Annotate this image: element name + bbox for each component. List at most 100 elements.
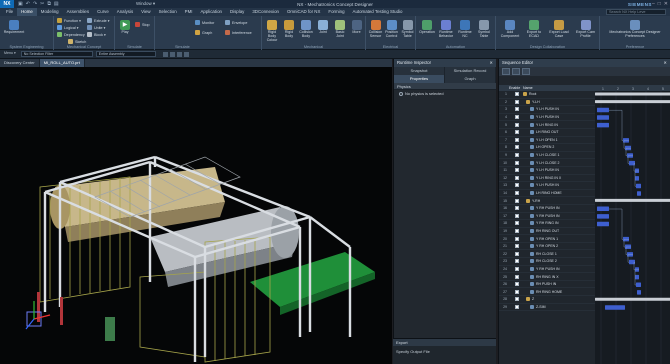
extrude-button[interactable]: Extrude ▾ <box>87 18 110 23</box>
selection-filter-dropdown[interactable]: No Selection Filter <box>20 51 93 57</box>
graph-button[interactable]: Graph <box>195 30 212 35</box>
enable-checkbox[interactable] <box>515 145 519 150</box>
enable-checkbox[interactable] <box>515 153 519 158</box>
joint-button[interactable]: Joint <box>315 20 331 35</box>
sequence-row[interactable]: 27 RH RING HOME <box>499 288 595 297</box>
sequence-row[interactable]: 20 Y RH OPEN 1 <box>499 235 595 243</box>
export-ecad-button[interactable]: Export to ECAD <box>523 20 545 39</box>
menu-tab-file[interactable]: File <box>2 8 17 16</box>
menu-tab-modeling[interactable]: Modeling <box>37 8 63 16</box>
menu-tab-assemblies[interactable]: Assemblies <box>63 8 93 16</box>
menu-tab-pmi[interactable]: PMI <box>181 8 197 16</box>
enable-checkbox[interactable] <box>515 289 519 294</box>
sequence-row[interactable]: 10 Y LH CLOSE 2 <box>499 159 595 167</box>
sequence-row[interactable]: 26 RH PUSH IN <box>499 281 595 289</box>
enable-checkbox[interactable] <box>515 251 519 256</box>
enable-checkbox[interactable] <box>515 236 519 241</box>
sequence-row[interactable]: 13 Y LH PUSH IN <box>499 182 595 190</box>
tab-discovery-center[interactable]: Discovery Center <box>0 59 40 67</box>
menu-tab-3dconnexion[interactable]: 3DConnexion <box>248 8 283 16</box>
enable-checkbox[interactable] <box>515 282 519 287</box>
column-enable[interactable]: Enable <box>509 86 523 90</box>
enable-checkbox[interactable] <box>515 122 519 127</box>
menu-tab-forming[interactable]: Forming <box>324 8 348 16</box>
enable-checkbox[interactable] <box>515 168 519 173</box>
menu-tab-display[interactable]: Display <box>226 8 248 16</box>
rigid-body-colour-button[interactable]: Rigid Body Colour <box>264 20 280 42</box>
envelope-button[interactable]: Envelope <box>225 20 247 25</box>
redo-icon[interactable]: ↷ <box>33 1 37 7</box>
enable-checkbox[interactable] <box>515 107 519 112</box>
automation-symbol-table-button[interactable]: Symbol Table <box>475 20 493 39</box>
operation-button[interactable]: Operation <box>418 20 436 35</box>
undo-icon[interactable]: ↶ <box>26 1 30 7</box>
dependency-button[interactable]: Dependency <box>57 32 85 37</box>
collision-sensor-button[interactable]: Collision Sensor <box>368 20 383 39</box>
enable-checkbox[interactable] <box>515 266 519 271</box>
mcd-preferences-button[interactable]: Mechatronics Concept Designer Preference… <box>604 20 666 39</box>
enable-checkbox[interactable] <box>515 175 519 180</box>
maximize-icon[interactable]: □ <box>658 1 661 7</box>
menu-tab-selection[interactable]: Selection <box>155 8 181 16</box>
enable-checkbox[interactable] <box>515 92 519 97</box>
sequence-row[interactable]: 29 Z-SIM <box>499 304 595 312</box>
sequence-row[interactable]: 19 RH RING OUT <box>499 228 595 236</box>
logical-button[interactable]: Logical ▾ <box>57 25 79 30</box>
enable-checkbox[interactable] <box>515 191 519 196</box>
nx-logo[interactable]: NX <box>0 0 14 8</box>
sequence-row[interactable]: 6 LH RING OUT <box>499 129 595 137</box>
sequence-row[interactable]: 18 Y RH RING IN <box>499 220 595 228</box>
export-header[interactable]: Export <box>393 339 496 346</box>
enable-checkbox[interactable] <box>515 213 519 218</box>
enable-checkbox[interactable] <box>515 183 519 188</box>
menu-tab-application[interactable]: Application <box>196 8 225 16</box>
sequence-row[interactable]: 22 RH CLOSE 1 <box>499 250 595 259</box>
sequence-row[interactable]: 24 Y RH PUSH IN <box>499 266 595 274</box>
sequence-row[interactable]: 17 Y RH PUSH IN <box>499 213 595 221</box>
enable-checkbox[interactable] <box>515 160 519 165</box>
physics-header[interactable]: Physics <box>394 83 496 90</box>
collision-body-button[interactable]: Collision Body <box>298 20 314 39</box>
tab-simulation-record[interactable]: Simulation Record <box>445 67 496 75</box>
sequence-row[interactable]: 7Y LH OPEN 1 <box>499 137 595 145</box>
sequence-row[interactable]: 16 Y RH PUSH IN <box>499 205 595 213</box>
runtime-nc-button[interactable]: Runtime NC <box>456 20 474 39</box>
graphics-viewport[interactable] <box>0 67 392 364</box>
enable-checkbox[interactable] <box>515 221 519 226</box>
panel-close-icon[interactable]: ✕ <box>663 59 667 67</box>
enable-checkbox[interactable] <box>515 297 519 302</box>
sequence-row[interactable]: 28 Z <box>499 296 595 304</box>
sequence-row[interactable]: 23 RH CLOSE 2 <box>499 258 595 266</box>
rigid-body-button[interactable]: Rigid Body <box>281 20 297 39</box>
function-button[interactable]: Function ▾ <box>57 18 81 23</box>
enable-checkbox[interactable] <box>515 137 519 142</box>
snap-endpoint-icon[interactable] <box>169 51 175 57</box>
tab-model[interactable]: MI_ROLL_AUTO.prt <box>39 59 85 67</box>
column-name[interactable]: Name <box>523 86 533 90</box>
sequence-row[interactable]: 14 LH RING HOME <box>499 190 595 198</box>
tab-properties[interactable]: Properties <box>394 75 445 83</box>
sequence-row[interactable]: 5Y LH RING IN <box>499 121 595 129</box>
sequence-row[interactable]: 12 Y LH RING IN X <box>499 175 595 183</box>
filter-icon[interactable] <box>502 68 510 75</box>
enable-checkbox[interactable] <box>515 198 519 203</box>
sequence-row[interactable]: 2 Y-LH <box>499 99 595 107</box>
sequence-row[interactable]: 9Y LH CLOSE 1 <box>499 152 595 160</box>
snap-center-icon[interactable] <box>183 51 189 57</box>
enable-checkbox[interactable] <box>515 244 519 249</box>
enable-checkbox[interactable] <box>515 274 519 279</box>
sequence-row[interactable]: 3Y LH PUSH IN <box>499 106 595 114</box>
unite-button[interactable]: Unite ▾ <box>87 25 105 30</box>
enable-checkbox[interactable] <box>515 228 519 233</box>
play-button[interactable]: ▶ Play <box>118 20 132 35</box>
sketch-button[interactable]: Sketch <box>68 39 86 44</box>
snap-point-icon[interactable] <box>162 51 168 57</box>
add-component-button[interactable]: Add Component <box>499 20 521 39</box>
tab-snapshot[interactable]: Snapshot <box>394 67 445 75</box>
export-cam-profile-button[interactable]: Export Cam Profile <box>573 20 598 39</box>
cut-icon[interactable]: ✂ <box>40 1 44 7</box>
export-load-case-button[interactable]: Export Load Case <box>547 20 571 39</box>
stop-button[interactable]: Stop <box>135 22 150 27</box>
sequence-row[interactable]: 21 Y RH OPEN 2 <box>499 243 595 251</box>
sequence-row[interactable]: 4Y LH PUSH IN <box>499 114 595 122</box>
